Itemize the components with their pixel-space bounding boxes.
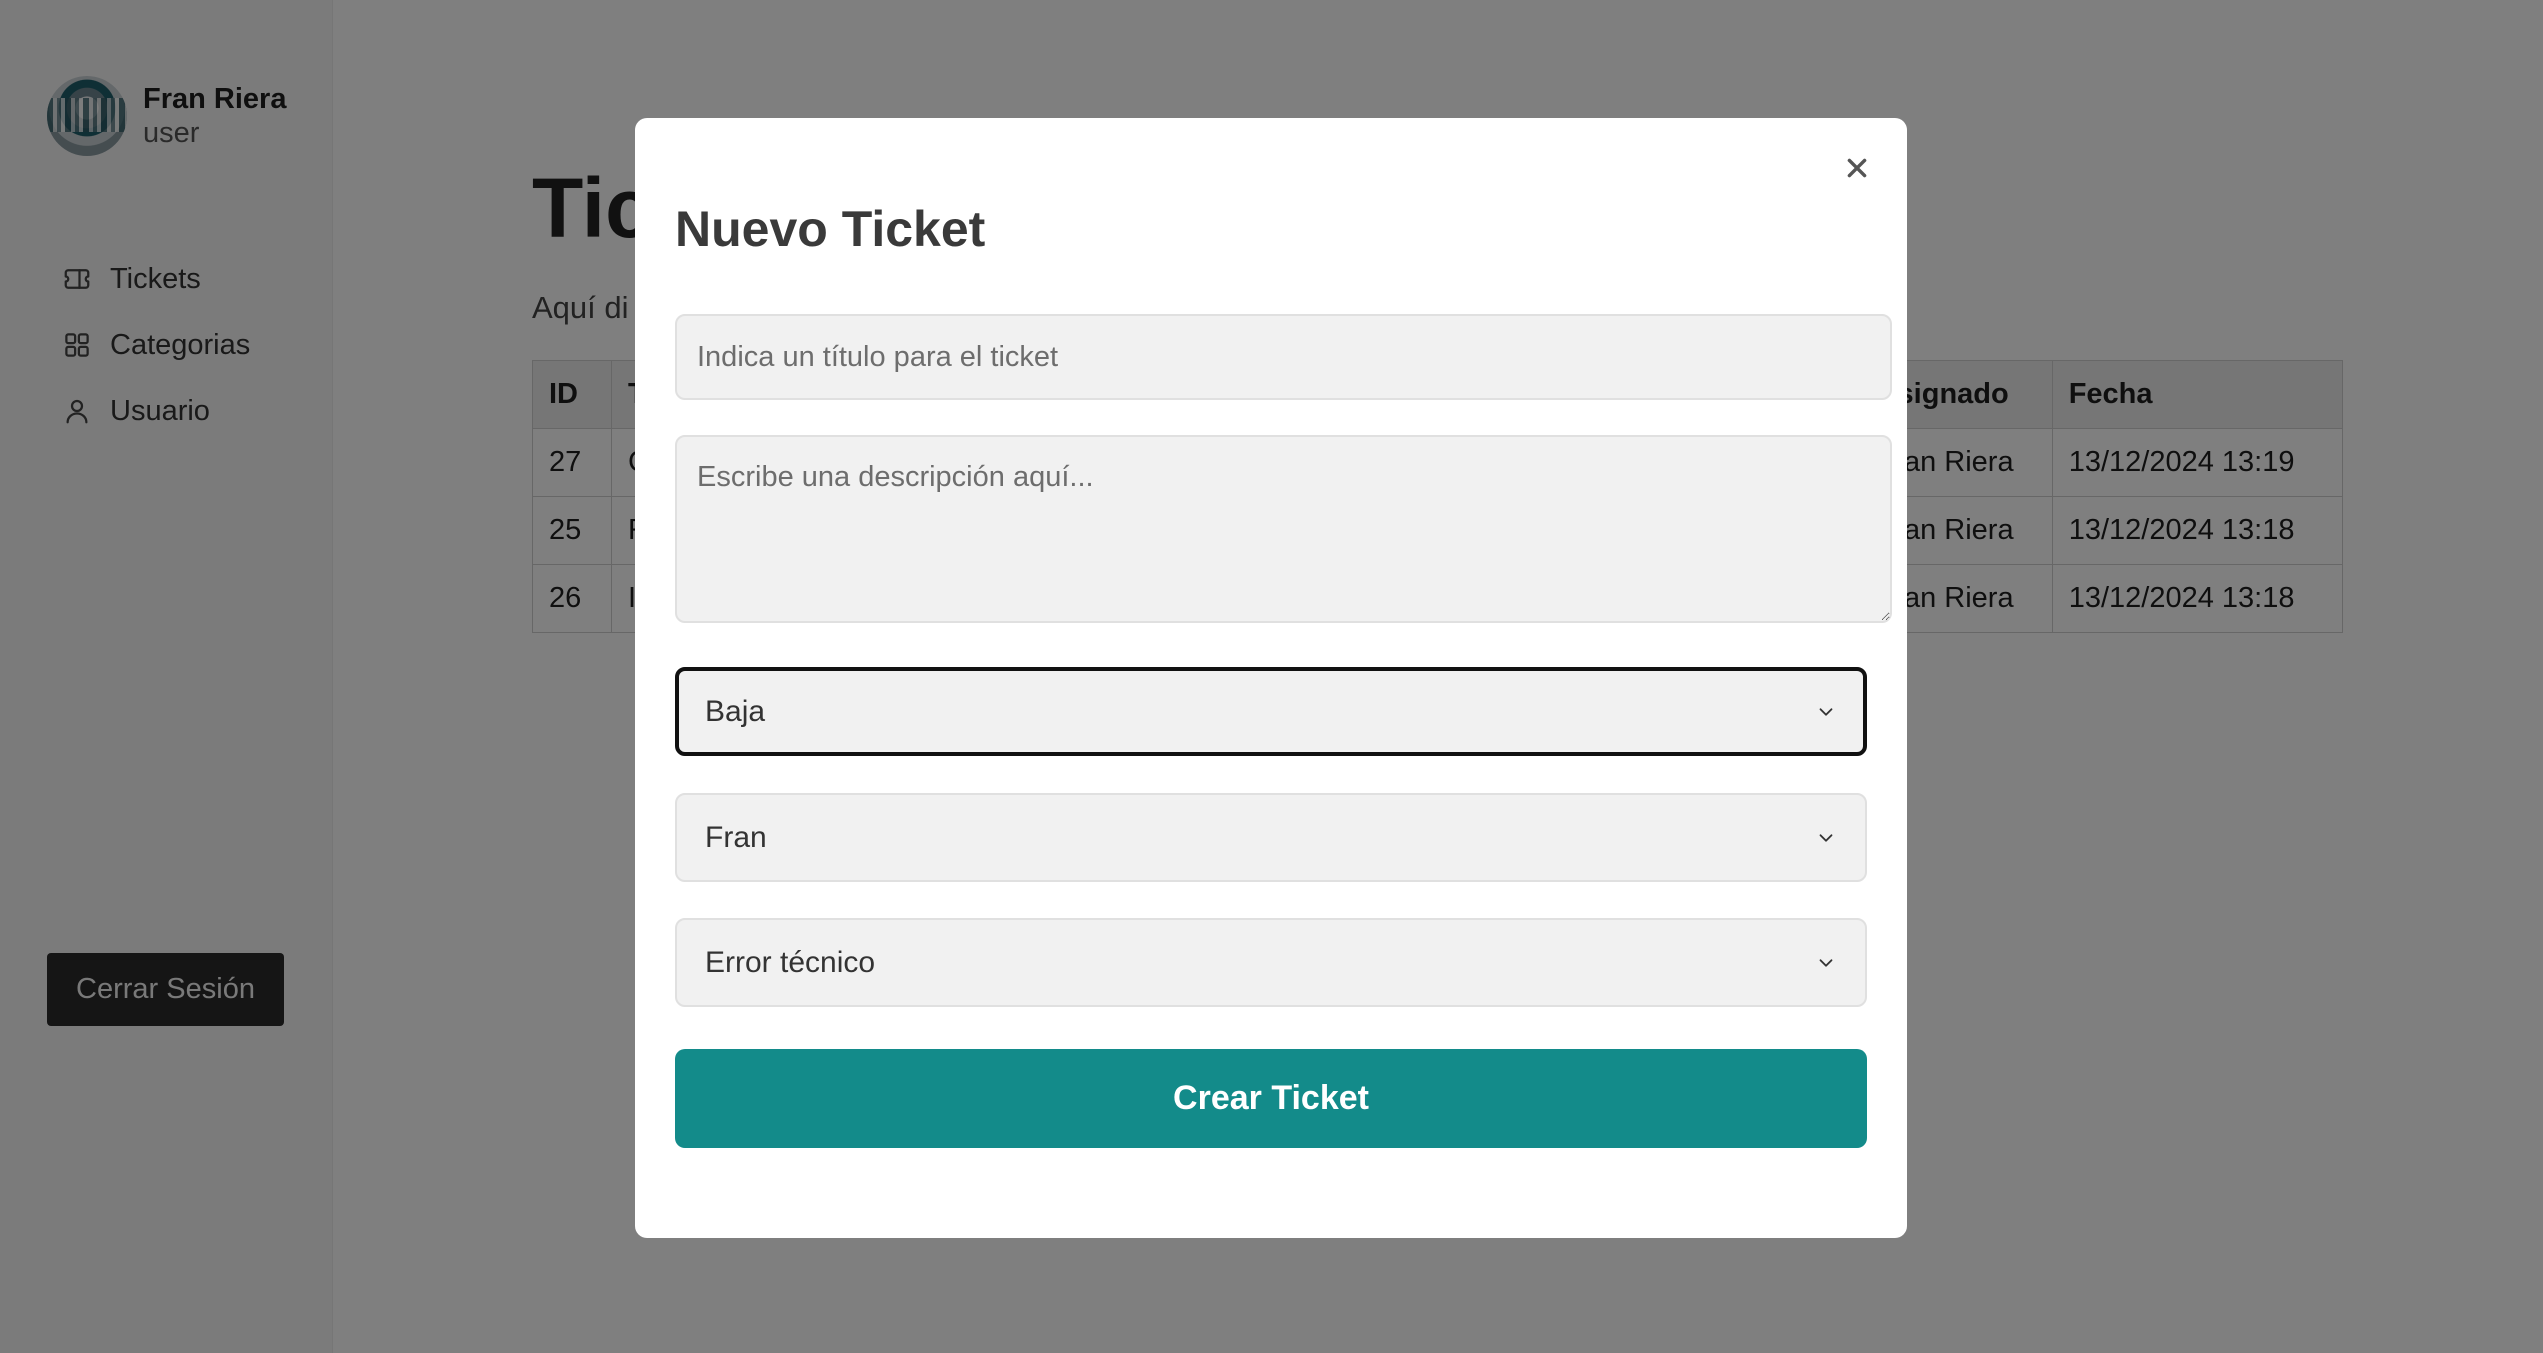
ticket-description-input[interactable] [675,435,1892,623]
priority-select[interactable]: Baja [675,667,1867,756]
create-ticket-button[interactable]: Crear Ticket [675,1049,1867,1148]
assignee-select-value: Fran [705,820,767,854]
assignee-select[interactable]: Fran [675,793,1867,882]
category-select-value: Error técnico [705,945,876,979]
new-ticket-modal: Nuevo Ticket Baja Fran Error técnico Cre… [635,118,1907,1238]
app-root: Fran Riera user Tickets Categorias [0,0,2543,1353]
chevron-down-icon [1819,833,1833,842]
chevron-down-icon [1819,707,1833,716]
priority-select-value: Baja [705,694,766,728]
modal-title: Nuevo Ticket [675,201,986,257]
close-icon [1847,158,1867,178]
ticket-title-input[interactable] [675,314,1892,400]
category-select[interactable]: Error técnico [675,918,1867,1007]
close-button[interactable] [1837,148,1877,188]
chevron-down-icon [1819,958,1833,967]
